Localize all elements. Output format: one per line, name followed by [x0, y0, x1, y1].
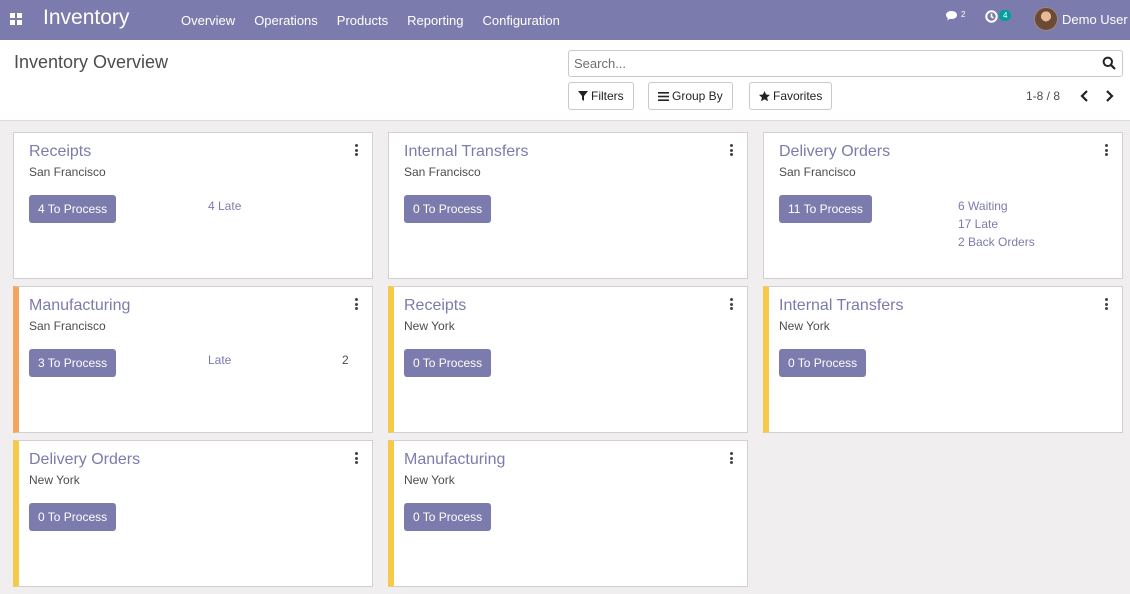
menu-item-operations[interactable]: Operations [254, 13, 318, 28]
clock-icon [985, 10, 998, 23]
card-location: New York [779, 319, 830, 333]
kebab-menu-icon[interactable] [1103, 297, 1109, 311]
kebab-menu-icon[interactable] [728, 451, 734, 465]
waiting-link[interactable]: 6 Waiting [958, 199, 1008, 213]
chat-count-badge: 2 [961, 10, 966, 19]
filters-button[interactable]: Filters [568, 82, 634, 110]
to-process-button[interactable]: 0 To Process [404, 349, 492, 377]
main-menu: Overview Operations Products Reporting C… [181, 0, 579, 40]
menu-item-reporting[interactable]: Reporting [407, 13, 463, 28]
card-location: San Francisco [779, 165, 856, 179]
bars-icon [658, 91, 669, 101]
kebab-menu-icon[interactable] [1103, 143, 1109, 157]
page-title: Inventory Overview [14, 52, 169, 72]
card-title[interactable]: Internal Transfers [779, 297, 904, 315]
star-icon [759, 90, 770, 101]
card-title[interactable]: Internal Transfers [404, 143, 529, 161]
activity-button[interactable]: 4 [985, 10, 1012, 26]
late-count: 2 [342, 353, 349, 367]
chevron-left-icon[interactable] [1077, 88, 1093, 104]
search-icon[interactable] [1102, 56, 1116, 70]
favorites-label: Favorites [773, 89, 823, 103]
to-process-button[interactable]: 4 To Process [29, 195, 117, 223]
filter-icon [578, 91, 588, 101]
card-title[interactable]: Delivery Orders [29, 451, 140, 469]
to-process-button[interactable]: 0 To Process [404, 503, 492, 531]
card-location: San Francisco [404, 165, 481, 179]
group-by-button[interactable]: Group By [648, 82, 733, 110]
operation-card-manufacturing-ny: Manufacturing New York 0 To Process [388, 440, 748, 587]
kebab-menu-icon[interactable] [353, 143, 359, 157]
user-name: Demo User [1062, 11, 1128, 27]
operation-card-manufacturing-sf: Manufacturing San Francisco 3 To Process… [13, 286, 373, 433]
group-by-label: Group By [672, 89, 723, 103]
card-location: New York [404, 319, 455, 333]
late-link[interactable]: 17 Late [958, 217, 998, 231]
activity-count-badge: 4 [999, 10, 1012, 21]
favorites-button[interactable]: Favorites [749, 82, 833, 110]
to-process-button[interactable]: 0 To Process [404, 195, 492, 223]
card-title[interactable]: Manufacturing [29, 297, 130, 315]
menu-item-overview[interactable]: Overview [181, 13, 235, 28]
operation-card-delivery-sf: Delivery Orders San Francisco 11 To Proc… [763, 132, 1123, 279]
kebab-menu-icon[interactable] [728, 297, 734, 311]
operation-card-receipts-sf: Receipts San Francisco 4 To Process 4 La… [13, 132, 373, 279]
menu-item-configuration[interactable]: Configuration [482, 13, 559, 28]
menu-item-products[interactable]: Products [337, 13, 388, 28]
avatar [1034, 7, 1058, 31]
card-location: San Francisco [29, 319, 106, 333]
kebab-menu-icon[interactable] [353, 451, 359, 465]
to-process-button[interactable]: 0 To Process [29, 503, 117, 531]
kebab-menu-icon[interactable] [728, 143, 734, 157]
filters-label: Filters [591, 89, 624, 103]
apps-menu-icon[interactable] [10, 13, 22, 25]
search-bar [568, 50, 1123, 77]
card-title[interactable]: Receipts [404, 297, 466, 315]
late-link[interactable]: Late [208, 353, 231, 367]
late-link[interactable]: 4 Late [208, 199, 241, 213]
operation-card-internal-ny: Internal Transfers New York 0 To Process [763, 286, 1123, 433]
kebab-menu-icon[interactable] [353, 297, 359, 311]
pager-value[interactable]: 1-8 / 8 [1026, 89, 1060, 103]
control-panel: Inventory Overview Filters Group By Favo… [0, 40, 1130, 121]
search-input[interactable] [569, 51, 1089, 76]
card-location: New York [29, 473, 80, 487]
operation-card-receipts-ny: Receipts New York 0 To Process [388, 286, 748, 433]
card-location: San Francisco [29, 165, 106, 179]
app-brand[interactable]: Inventory [43, 6, 129, 30]
back-orders-link[interactable]: 2 Back Orders [958, 235, 1035, 249]
card-title[interactable]: Receipts [29, 143, 91, 161]
top-navbar: Inventory Overview Operations Products R… [0, 0, 1130, 40]
user-menu[interactable]: Demo User [1034, 7, 1128, 31]
to-process-button[interactable]: 11 To Process [779, 195, 872, 223]
card-title[interactable]: Delivery Orders [779, 143, 890, 161]
card-title[interactable]: Manufacturing [404, 451, 505, 469]
chat-icon [946, 11, 957, 21]
to-process-button[interactable]: 3 To Process [29, 349, 117, 377]
operation-card-delivery-ny: Delivery Orders New York 0 To Process [13, 440, 373, 587]
to-process-button[interactable]: 0 To Process [779, 349, 867, 377]
chevron-right-icon[interactable] [1101, 88, 1117, 104]
operation-card-internal-sf: Internal Transfers San Francisco 0 To Pr… [388, 132, 748, 279]
messaging-button[interactable]: 2 [945, 10, 965, 26]
card-location: New York [404, 473, 455, 487]
